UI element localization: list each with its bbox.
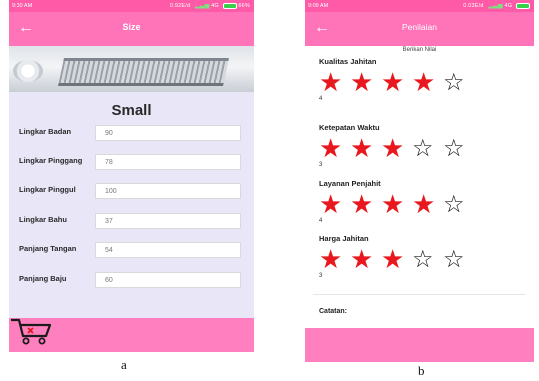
- rating-item: Kualitas Jahitan ★ ★ ★ ★ ☆ 4: [319, 57, 519, 102]
- field-row: Lingkar Pinggul 100: [19, 183, 245, 201]
- star-filled-icon[interactable]: ★: [350, 191, 373, 217]
- star-filled-icon[interactable]: ★: [319, 246, 342, 272]
- star-rating[interactable]: ★ ★ ★ ★ ☆: [319, 69, 519, 95]
- shopping-cart-icon[interactable]: [10, 316, 52, 346]
- field-label: Panjang Baju: [19, 274, 67, 283]
- signal-icon: ▂▃▅: [194, 3, 210, 9]
- status-bar: 9:30 AM 0.92E/d ▂▃▅ 4G 66%: [9, 0, 254, 12]
- figure-caption-b: b: [418, 363, 425, 378]
- signal-icon: ▂▃▅: [488, 3, 503, 9]
- star-empty-icon[interactable]: ☆: [443, 248, 465, 272]
- star-empty-icon[interactable]: ☆: [443, 71, 465, 95]
- star-filled-icon[interactable]: ★: [381, 135, 404, 161]
- figure-caption-a: a: [121, 357, 127, 372]
- rating-item: Ketepatan Waktu ★ ★ ★ ☆ ☆ 3: [319, 123, 519, 168]
- star-filled-icon[interactable]: ★: [381, 246, 404, 272]
- field-input[interactable]: 78: [95, 154, 241, 170]
- field-row: Lingkar Pinggang 78: [19, 154, 245, 172]
- rating-intro: Berikan Nilai: [402, 47, 437, 53]
- star-filled-icon[interactable]: ★: [319, 69, 342, 95]
- battery-level: 66%: [238, 3, 250, 9]
- field-input[interactable]: 54: [95, 242, 241, 258]
- battery-icon: [222, 2, 237, 9]
- page-title: Size: [122, 22, 141, 32]
- field-row: Panjang Tangan 54: [19, 242, 245, 260]
- star-filled-icon[interactable]: ★: [350, 69, 373, 95]
- field-label: Lingkar Bahu: [19, 215, 67, 224]
- field-row: Lingkar Badan 90: [19, 125, 245, 143]
- field-row: Lingkar Bahu 37: [19, 213, 245, 231]
- app-bar: ← Penilaian: [305, 12, 534, 46]
- machine-illustration: [58, 58, 229, 86]
- carrier-label: 4G: [211, 3, 219, 9]
- size-panel: Small Lingkar Badan 90 Lingkar Pinggang …: [9, 92, 254, 318]
- page-title: Penilaian: [402, 22, 437, 32]
- star-filled-icon[interactable]: ★: [319, 135, 342, 161]
- status-time: 9:09 AM: [308, 3, 329, 9]
- star-empty-icon[interactable]: ☆: [443, 193, 465, 217]
- network-speed: 0.92E/d: [169, 3, 191, 9]
- banner-image: [9, 46, 254, 92]
- field-label: Panjang Tangan: [19, 244, 77, 253]
- field-row: Panjang Baju 60: [19, 272, 245, 290]
- rating-label: Ketepatan Waktu: [319, 123, 380, 132]
- carrier-label: 4G: [504, 3, 513, 9]
- field-input[interactable]: 90: [95, 125, 241, 141]
- divider: [313, 294, 526, 295]
- field-input[interactable]: 60: [95, 272, 241, 288]
- rating-screen: 9:09 AM 0.03E/d ▂▃▅ 4G ← Penilaian Berik…: [305, 0, 534, 362]
- battery-icon: [516, 2, 530, 9]
- field-label: Lingkar Badan: [19, 127, 72, 136]
- rating-value: 3: [319, 273, 323, 279]
- status-time: 9:30 AM: [12, 3, 33, 9]
- star-filled-icon[interactable]: ★: [412, 191, 435, 217]
- star-filled-icon[interactable]: ★: [381, 191, 404, 217]
- star-empty-icon[interactable]: ☆: [412, 248, 434, 272]
- status-indicators: 0.92E/d ▂▃▅ 4G 66%: [170, 0, 250, 12]
- size-screen: 9:30 AM 0.92E/d ▂▃▅ 4G 66% ← Size Small …: [9, 0, 254, 352]
- field-label: Lingkar Pinggul: [19, 185, 76, 194]
- star-rating[interactable]: ★ ★ ★ ☆ ☆: [319, 135, 519, 161]
- star-filled-icon[interactable]: ★: [350, 135, 373, 161]
- star-filled-icon[interactable]: ★: [381, 69, 404, 95]
- app-bar: ← Size: [9, 12, 254, 46]
- star-filled-icon[interactable]: ★: [412, 69, 435, 95]
- star-filled-icon[interactable]: ★: [350, 246, 373, 272]
- star-filled-icon[interactable]: ★: [319, 191, 342, 217]
- star-rating[interactable]: ★ ★ ★ ☆ ☆: [319, 246, 519, 272]
- size-heading: Small: [111, 102, 152, 119]
- note-label: Catatan:: [319, 308, 348, 315]
- flower-decoration: [13, 60, 43, 82]
- field-label: Lingkar Pinggang: [19, 156, 83, 165]
- star-empty-icon[interactable]: ☆: [443, 137, 465, 161]
- star-rating[interactable]: ★ ★ ★ ★ ☆: [319, 191, 519, 217]
- status-bar: 9:09 AM 0.03E/d ▂▃▅ 4G: [305, 0, 534, 12]
- network-speed: 0.03E/d: [463, 3, 484, 9]
- status-indicators: 0.03E/d ▂▃▅ 4G: [463, 0, 530, 12]
- field-input[interactable]: 100: [95, 183, 241, 199]
- rating-label: Harga Jahitan: [319, 234, 369, 243]
- rating-panel: Berikan Nilai Kualitas Jahitan ★ ★ ★ ★ ☆ 4 K…: [305, 46, 534, 328]
- rating-item: Harga Jahitan ★ ★ ★ ☆ ☆ 3: [319, 234, 519, 279]
- field-input[interactable]: 37: [95, 213, 241, 229]
- rating-value: 3: [319, 162, 323, 168]
- star-empty-icon[interactable]: ☆: [412, 137, 434, 161]
- rating-item: Layanan Penjahit ★ ★ ★ ★ ☆ 4: [319, 179, 519, 224]
